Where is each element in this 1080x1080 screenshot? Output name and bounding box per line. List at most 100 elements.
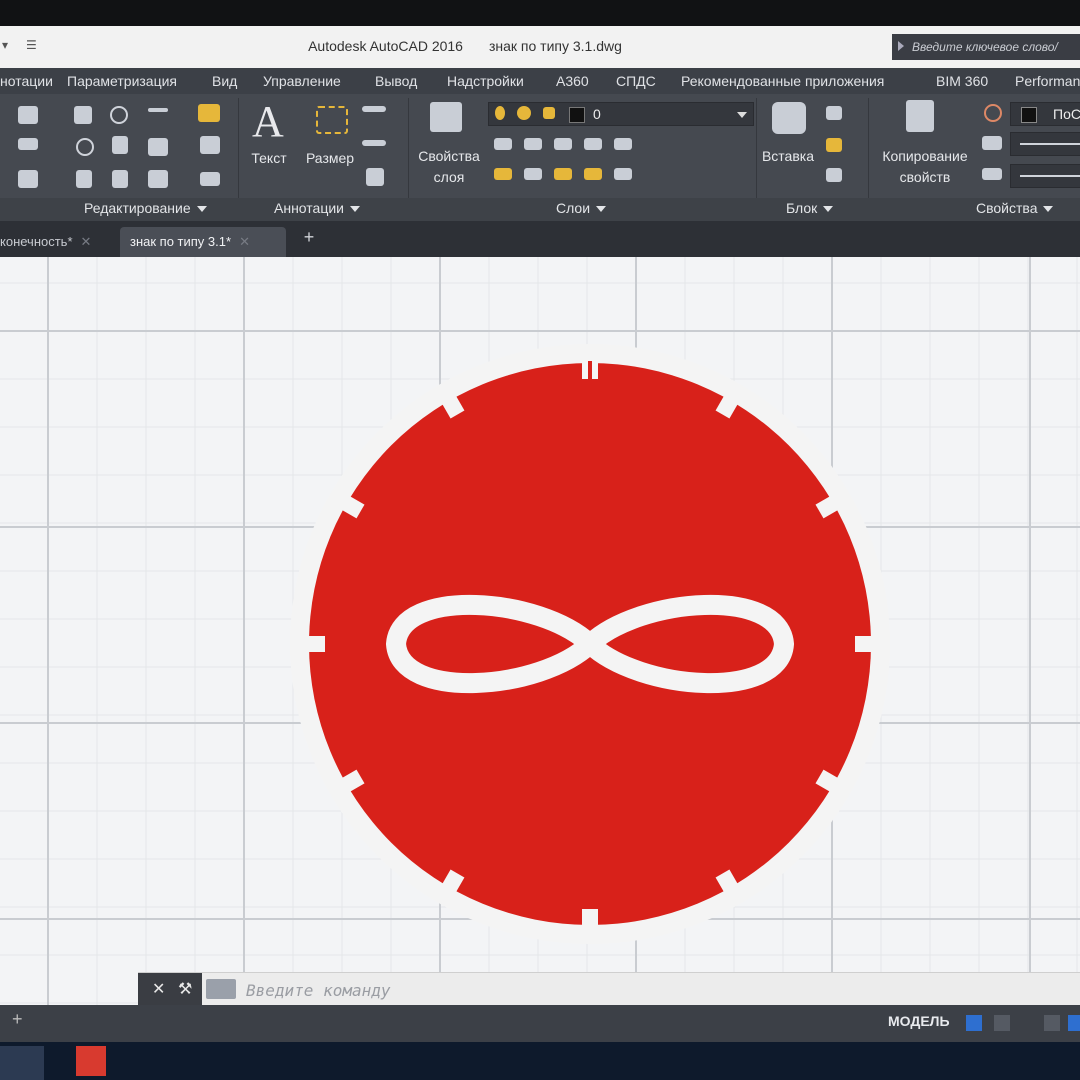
tab-featured-apps[interactable]: Рекомендованные приложения <box>681 73 884 89</box>
table-icon[interactable] <box>366 168 384 186</box>
insert-block-icon[interactable] <box>772 102 806 134</box>
panel-annotations[interactable]: Аннотации <box>274 200 360 220</box>
tab-a360[interactable]: A360 <box>556 73 589 89</box>
layer-tool-icon[interactable] <box>584 138 602 150</box>
status-bar: + МОДЕЛЬ <box>0 1005 1080 1042</box>
snap-mode-icon[interactable] <box>994 1015 1010 1031</box>
sign-drawing <box>290 344 890 944</box>
current-layer-name: 0 <box>593 106 601 122</box>
layer-tool-icon[interactable] <box>554 138 572 150</box>
tab-annotations[interactable]: нотации <box>0 73 53 89</box>
panel-block[interactable]: Блок <box>786 200 834 220</box>
linetype-icon[interactable] <box>982 168 1002 180</box>
sign-tick <box>855 636 873 652</box>
grid-display-icon[interactable] <box>966 1015 982 1031</box>
title-bar: ▾ ☰ Autodesk AutoCAD 2016 знак по типу 3.1… <box>0 26 1080 69</box>
tab-bim360[interactable]: BIM 360 <box>936 73 988 89</box>
dimension-icon[interactable] <box>316 106 348 134</box>
layer-tool-icon[interactable] <box>494 138 512 150</box>
model-space-button[interactable]: МОДЕЛЬ <box>888 1013 950 1029</box>
scale-icon[interactable] <box>112 170 128 188</box>
add-layout-icon[interactable]: + <box>12 1009 23 1030</box>
trim-icon[interactable] <box>148 108 168 112</box>
create-block-icon[interactable] <box>826 106 842 120</box>
command-prompt-icon[interactable] <box>206 979 236 999</box>
color-wheel-icon[interactable] <box>984 104 1002 122</box>
bulb-icon <box>495 106 505 120</box>
autocad-taskbar-icon[interactable] <box>76 1046 106 1076</box>
layer-tool-icon[interactable] <box>584 168 602 180</box>
rotate-icon[interactable] <box>110 106 128 124</box>
dimension-button-label[interactable]: Размер <box>302 148 358 168</box>
layer-tool-icon[interactable] <box>524 138 542 150</box>
layer-tool-icon[interactable] <box>524 168 542 180</box>
top-tick-notch <box>588 361 592 379</box>
panel-layers[interactable]: Слои <box>556 200 607 220</box>
close-icon[interactable]: ✕ <box>152 979 165 999</box>
panel-labels-bar: Редактирование Аннотации Слои Блок Свойс… <box>0 198 1080 221</box>
close-icon[interactable]: ✕ <box>239 234 250 249</box>
tab-spds[interactable]: СПДС <box>616 73 656 89</box>
rectangle-icon[interactable] <box>18 106 38 124</box>
doc-tab-active[interactable]: знак по типу 3.1* ✕ <box>120 227 286 257</box>
layer-properties-label-2[interactable]: слоя <box>414 167 484 187</box>
sun-icon <box>517 106 531 120</box>
panel-properties[interactable]: Свойства <box>976 200 1054 220</box>
command-input[interactable]: Введите команду <box>246 981 391 1000</box>
taskbar <box>0 1042 1080 1080</box>
edit-block-icon[interactable] <box>826 138 842 152</box>
array-icon[interactable] <box>148 170 168 188</box>
tab-parametric[interactable]: Параметризация <box>67 73 177 89</box>
layer-tool-icon[interactable] <box>614 138 632 150</box>
start-button-icon[interactable] <box>0 1046 44 1080</box>
color-swatch <box>1021 107 1037 123</box>
layer-tool-icon[interactable] <box>614 168 632 180</box>
chevron-down-icon <box>823 206 834 213</box>
keyword-search-input[interactable]: Введите ключевое слово/ <box>892 34 1080 60</box>
lineweight-preview <box>1020 143 1080 145</box>
tab-view[interactable]: Вид <box>212 73 237 89</box>
command-line[interactable]: ✕ ⚒ Введите команду <box>138 972 1080 1006</box>
close-icon[interactable]: ✕ <box>81 234 92 249</box>
layer-properties-icon[interactable] <box>430 102 462 132</box>
document-tabs: конечность* ✕ знак по типу 3.1* ✕ + <box>0 221 1080 257</box>
copy-properties-label-1[interactable]: Копирование <box>872 146 978 166</box>
doc-tab[interactable]: конечность* ✕ <box>0 227 118 257</box>
tab-manage[interactable]: Управление <box>263 73 341 89</box>
chevron-down-icon <box>737 112 747 118</box>
tab-addins[interactable]: Надстройки <box>447 73 524 89</box>
copy-icon[interactable] <box>76 138 94 156</box>
tab-performance[interactable]: Performan <box>1015 73 1080 89</box>
fillet-icon[interactable] <box>148 138 168 156</box>
explode-icon[interactable] <box>200 136 220 154</box>
layer-tool-icon[interactable] <box>494 168 512 180</box>
copy-properties-label-2[interactable]: свойств <box>872 167 978 187</box>
layer-properties-label-1[interactable]: Свойства <box>414 146 484 166</box>
color-combo[interactable]: ПоС <box>1010 102 1080 126</box>
hatch-icon[interactable] <box>18 138 38 150</box>
erase-icon[interactable] <box>198 104 220 122</box>
ortho-mode-icon[interactable] <box>1044 1015 1060 1031</box>
mirror-icon[interactable] <box>112 136 128 154</box>
panel-edit[interactable]: Редактирование <box>84 200 207 220</box>
leader-icon[interactable] <box>362 140 386 146</box>
tab-output[interactable]: Вывод <box>375 73 417 89</box>
new-tab-button[interactable]: + <box>296 227 322 251</box>
insert-button-label[interactable]: Вставка <box>756 146 820 166</box>
stretch-icon[interactable] <box>76 170 92 188</box>
text-button-label[interactable]: Текст <box>246 148 292 168</box>
move-icon[interactable] <box>74 106 92 124</box>
layer-tool-icon[interactable] <box>554 168 572 180</box>
layer-combo[interactable]: 0 <box>488 102 754 126</box>
wrench-icon[interactable]: ⚒ <box>178 979 192 999</box>
offset-icon[interactable] <box>200 172 220 186</box>
attributes-icon[interactable] <box>826 168 842 182</box>
lineweight-icon[interactable] <box>982 136 1002 150</box>
polar-tracking-icon[interactable] <box>1068 1015 1080 1031</box>
match-properties-icon[interactable] <box>906 100 934 132</box>
linear-dim-icon[interactable] <box>362 106 386 112</box>
text-icon[interactable]: A <box>252 96 284 147</box>
app-title: Autodesk AutoCAD 2016 <box>308 38 463 54</box>
region-icon[interactable] <box>18 170 38 188</box>
drawing-area[interactable] <box>0 257 1080 1005</box>
